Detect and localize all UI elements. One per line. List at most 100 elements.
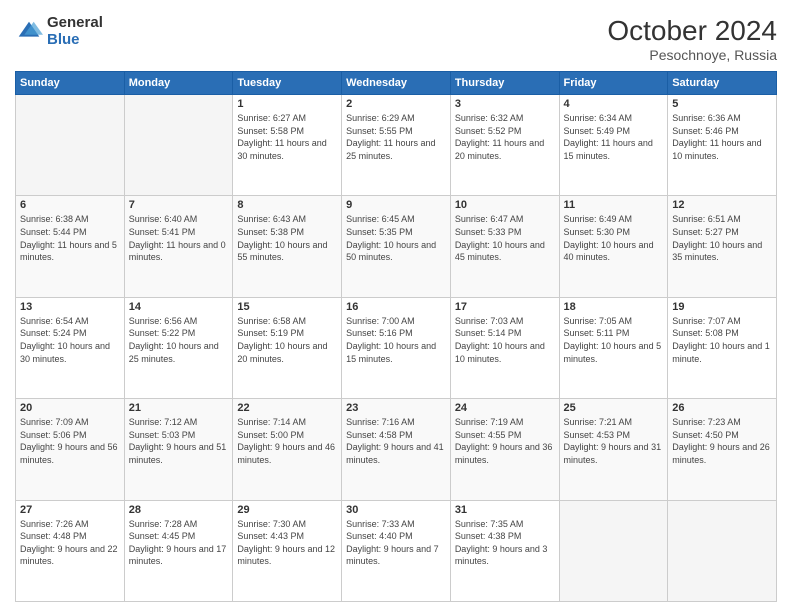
day-info: Sunrise: 6:54 AMSunset: 5:24 PMDaylight:… [20,315,120,365]
day-info: Sunrise: 6:51 AMSunset: 5:27 PMDaylight:… [672,213,772,263]
day-number: 30 [346,504,446,516]
day-number: 2 [346,98,446,110]
calendar-cell: 27 Sunrise: 7:26 AMSunset: 4:48 PMDayligh… [16,500,125,601]
calendar-cell: 30 Sunrise: 7:33 AMSunset: 4:40 PMDayligh… [342,500,451,601]
calendar-cell: 7Sunrise: 6:40 AMSunset: 5:41 PMDaylight… [124,196,233,297]
title-block: October 2024 Pesochnoye, Russia [607,15,777,63]
day-info: Sunrise: 7:19 AMSunset: 4:55 PMDaylight:… [455,416,555,466]
day-info: Sunrise: 7:35 AMSunset: 4:38 PMDaylight:… [455,518,555,568]
day-number: 24 [455,402,555,414]
day-info: Sunrise: 7:05 AMSunset: 5:11 PMDaylight:… [564,315,664,365]
day-number: 3 [455,98,555,110]
day-number: 17 [455,301,555,313]
day-info: Sunrise: 6:40 AMSunset: 5:41 PMDaylight:… [129,213,229,263]
day-number: 9 [346,199,446,211]
calendar-cell: 26 Sunrise: 7:23 AMSunset: 4:50 PMDayligh… [668,399,777,500]
calendar-cell: 9Sunrise: 6:45 AMSunset: 5:35 PMDaylight… [342,196,451,297]
header-cell-wednesday: Wednesday [342,72,451,95]
calendar-cell [124,95,233,196]
day-info: Sunrise: 6:27 AMSunset: 5:58 PMDaylight:… [237,112,337,162]
calendar-cell: 3 Sunrise: 6:32 AMSunset: 5:52 PMDaylight… [450,95,559,196]
day-number: 25 [564,402,664,414]
calendar-cell: 31 Sunrise: 7:35 AMSunset: 4:38 PMDayligh… [450,500,559,601]
calendar-cell: 6 Sunrise: 6:38 AMSunset: 5:44 PMDaylight… [16,196,125,297]
calendar-cell: 2 Sunrise: 6:29 AMSunset: 5:55 PMDaylight… [342,95,451,196]
day-info: Sunrise: 6:38 AMSunset: 5:44 PMDaylight:… [20,213,120,263]
header-cell-saturday: Saturday [668,72,777,95]
logo-general-text: General [47,15,103,32]
header-cell-friday: Friday [559,72,668,95]
calendar-cell [668,500,777,601]
day-info: Sunrise: 7:23 AMSunset: 4:50 PMDaylight:… [672,416,772,466]
calendar-cell: 22 Sunrise: 7:14 AMSunset: 5:00 PMDayligh… [233,399,342,500]
day-info: Sunrise: 7:03 AMSunset: 5:14 PMDaylight:… [455,315,555,365]
calendar-cell: 25 Sunrise: 7:21 AMSunset: 4:53 PMDayligh… [559,399,668,500]
day-info: Sunrise: 6:43 AMSunset: 5:38 PMDaylight:… [237,213,337,263]
day-info: Sunrise: 7:12 AMSunset: 5:03 PMDaylight:… [129,416,229,466]
day-info: Sunrise: 7:33 AMSunset: 4:40 PMDaylight:… [346,518,446,568]
day-info: Sunrise: 6:29 AMSunset: 5:55 PMDaylight:… [346,112,446,162]
day-number: 14 [129,301,229,313]
day-number: 16 [346,301,446,313]
calendar-cell: 23Sunrise: 7:16 AMSunset: 4:58 PMDayligh… [342,399,451,500]
day-info: Sunrise: 6:36 AMSunset: 5:46 PMDaylight:… [672,112,772,162]
logo: General Blue [15,15,103,48]
header-row: SundayMondayTuesdayWednesdayThursdayFrid… [16,72,777,95]
header-cell-monday: Monday [124,72,233,95]
logo-text: General Blue [47,15,103,48]
day-number: 29 [237,504,337,516]
day-number: 5 [672,98,772,110]
day-number: 18 [564,301,664,313]
day-number: 23 [346,402,446,414]
day-number: 31 [455,504,555,516]
calendar-cell: 16 Sunrise: 7:00 AMSunset: 5:16 PMDayligh… [342,297,451,398]
calendar-cell: 24 Sunrise: 7:19 AMSunset: 4:55 PMDayligh… [450,399,559,500]
day-info: Sunrise: 6:47 AMSunset: 5:33 PMDaylight:… [455,213,555,263]
day-info: Sunrise: 7:09 AMSunset: 5:06 PMDaylight:… [20,416,120,466]
day-number: 6 [20,199,120,211]
day-number: 27 [20,504,120,516]
day-number: 4 [564,98,664,110]
calendar-cell: 12Sunrise: 6:51 AMSunset: 5:27 PMDayligh… [668,196,777,297]
calendar-cell: 4Sunrise: 6:34 AMSunset: 5:49 PMDaylight… [559,95,668,196]
day-number: 28 [129,504,229,516]
calendar-cell: 14Sunrise: 6:56 AMSunset: 5:22 PMDayligh… [124,297,233,398]
calendar-cell: 17 Sunrise: 7:03 AMSunset: 5:14 PMDayligh… [450,297,559,398]
calendar-cell: 13 Sunrise: 6:54 AMSunset: 5:24 PMDayligh… [16,297,125,398]
day-info: Sunrise: 7:30 AMSunset: 4:43 PMDaylight:… [237,518,337,568]
day-number: 8 [237,199,337,211]
calendar-cell [559,500,668,601]
calendar-cell: 10 Sunrise: 6:47 AMSunset: 5:33 PMDayligh… [450,196,559,297]
day-info: Sunrise: 7:14 AMSunset: 5:00 PMDaylight:… [237,416,337,466]
header: General Blue October 2024 Pesochnoye, Ru… [15,15,777,63]
day-number: 15 [237,301,337,313]
week-row-5: 27 Sunrise: 7:26 AMSunset: 4:48 PMDayligh… [16,500,777,601]
calendar-cell: 18 Sunrise: 7:05 AMSunset: 5:11 PMDayligh… [559,297,668,398]
day-number: 13 [20,301,120,313]
day-number: 21 [129,402,229,414]
month-title: October 2024 [607,15,777,47]
header-cell-tuesday: Tuesday [233,72,342,95]
page: General Blue October 2024 Pesochnoye, Ru… [0,0,792,612]
day-info: Sunrise: 7:00 AMSunset: 5:16 PMDaylight:… [346,315,446,365]
calendar-cell: 29 Sunrise: 7:30 AMSunset: 4:43 PMDayligh… [233,500,342,601]
calendar-cell: 8 Sunrise: 6:43 AMSunset: 5:38 PMDaylight… [233,196,342,297]
logo-icon [15,18,43,46]
calendar-cell [16,95,125,196]
day-number: 11 [564,199,664,211]
day-number: 26 [672,402,772,414]
day-info: Sunrise: 7:21 AMSunset: 4:53 PMDaylight:… [564,416,664,466]
day-number: 22 [237,402,337,414]
day-number: 20 [20,402,120,414]
day-info: Sunrise: 7:26 AMSunset: 4:48 PMDaylight:… [20,518,120,568]
calendar-cell: 28Sunrise: 7:28 AMSunset: 4:45 PMDayligh… [124,500,233,601]
day-info: Sunrise: 6:32 AMSunset: 5:52 PMDaylight:… [455,112,555,162]
week-row-4: 20 Sunrise: 7:09 AMSunset: 5:06 PMDayligh… [16,399,777,500]
day-number: 1 [237,98,337,110]
calendar-cell: 11 Sunrise: 6:49 AMSunset: 5:30 PMDayligh… [559,196,668,297]
day-info: Sunrise: 6:49 AMSunset: 5:30 PMDaylight:… [564,213,664,263]
week-row-3: 13 Sunrise: 6:54 AMSunset: 5:24 PMDayligh… [16,297,777,398]
day-number: 10 [455,199,555,211]
logo-blue-text: Blue [47,32,103,49]
calendar-cell: 20 Sunrise: 7:09 AMSunset: 5:06 PMDayligh… [16,399,125,500]
